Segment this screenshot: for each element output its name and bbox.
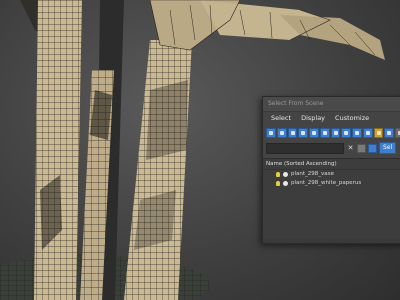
filter-spacewarps-icon[interactable] bbox=[319, 128, 330, 138]
geometry-object-icon bbox=[283, 181, 288, 186]
filter-geometry-icon[interactable] bbox=[266, 128, 276, 138]
geometry-object-icon bbox=[283, 172, 288, 177]
list-item[interactable]: plant_298_white_paperus bbox=[263, 179, 400, 188]
filter-lights-icon[interactable] bbox=[287, 128, 298, 138]
options-icon[interactable] bbox=[395, 128, 400, 138]
list-column-header[interactable]: Name (Sorted Ascending) bbox=[263, 159, 400, 170]
filter-frozen-icon[interactable] bbox=[373, 128, 384, 138]
dialog-bottom-edge bbox=[263, 239, 400, 243]
filter-hidden-icon[interactable] bbox=[384, 128, 395, 138]
filter-bones-icon[interactable] bbox=[352, 128, 362, 138]
select-from-scene-dialog[interactable]: Select From Scene Select Display Customi… bbox=[262, 96, 400, 244]
filter-toolbar bbox=[263, 127, 400, 139]
menu-bar: Select Display Customize bbox=[263, 112, 400, 125]
filter-helpers-icon[interactable] bbox=[309, 128, 319, 138]
light-bulb-icon[interactable] bbox=[276, 172, 280, 177]
search-toolbar: ✕ Sel bbox=[263, 141, 400, 155]
find-field[interactable] bbox=[266, 142, 344, 154]
clear-search-icon[interactable]: ✕ bbox=[346, 144, 355, 153]
list-item-label: plant_298_vase bbox=[291, 171, 334, 177]
list-item-label: plant_298_white_paperus bbox=[291, 180, 362, 186]
select-button[interactable]: Sel bbox=[379, 142, 397, 154]
dialog-title[interactable]: Select From Scene bbox=[263, 97, 400, 112]
hierarchy-icon[interactable] bbox=[368, 143, 377, 153]
list-item[interactable]: plant_298_vase bbox=[263, 170, 400, 179]
filter-containers-icon[interactable] bbox=[362, 128, 373, 138]
filter-shapes-icon[interactable] bbox=[276, 128, 287, 138]
light-bulb-icon[interactable] bbox=[276, 181, 280, 186]
stem-left bbox=[34, 0, 82, 300]
scene-object-list[interactable]: Name (Sorted Ascending) plant_298_vase p… bbox=[263, 158, 400, 239]
filter-xrefs-icon[interactable] bbox=[341, 128, 352, 138]
stem-right bbox=[124, 40, 192, 300]
filter-cameras-icon[interactable] bbox=[298, 128, 309, 138]
menu-display[interactable]: Display bbox=[296, 112, 330, 125]
menu-customize[interactable]: Customize bbox=[330, 112, 374, 125]
filter-groups-icon[interactable] bbox=[330, 128, 341, 138]
layers-icon[interactable] bbox=[357, 143, 366, 153]
menu-select[interactable]: Select bbox=[266, 112, 296, 125]
